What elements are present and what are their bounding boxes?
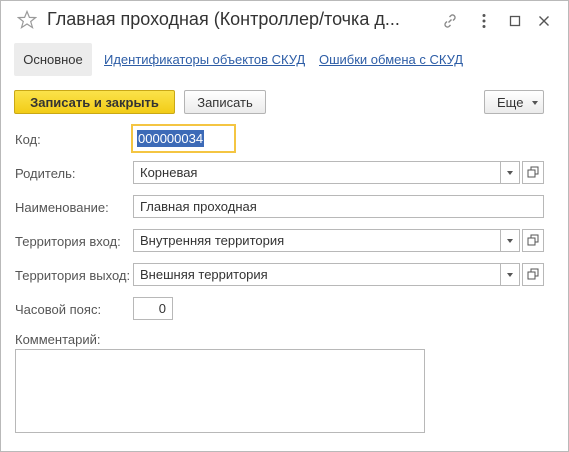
more-button[interactable]: Еще — [484, 90, 544, 114]
open-icon — [527, 166, 539, 178]
territory-in-dropdown-button[interactable] — [500, 229, 520, 252]
title-bar: Главная проходная (Контроллер/точка д... — [1, 1, 568, 39]
open-icon — [527, 234, 539, 246]
code-field[interactable]: 000000034 — [131, 124, 236, 153]
save-and-close-button[interactable]: Записать и закрыть — [14, 90, 175, 114]
parent-field[interactable]: Корневая — [133, 161, 501, 184]
comment-textarea[interactable] — [15, 349, 425, 433]
more-button-label: Еще — [497, 95, 524, 110]
maximize-icon[interactable] — [506, 12, 524, 30]
code-label: Код: — [15, 132, 41, 147]
parent-open-button[interactable] — [522, 161, 544, 184]
parent-dropdown-button[interactable] — [500, 161, 520, 184]
parent-label: Родитель: — [15, 166, 76, 181]
timezone-field[interactable]: 0 — [133, 297, 173, 320]
tab-skud-exchange-errors[interactable]: Ошибки обмена с СКУД — [319, 52, 463, 67]
territory-out-dropdown-button[interactable] — [500, 263, 520, 286]
tab-skud-identifiers[interactable]: Идентификаторы объектов СКУД — [104, 52, 305, 67]
territory-in-field[interactable]: Внутренняя территория — [133, 229, 501, 252]
tab-main[interactable]: Основное — [14, 43, 92, 76]
open-icon — [527, 268, 539, 280]
comment-label: Комментарий: — [15, 332, 101, 347]
name-label: Наименование: — [15, 200, 109, 215]
territory-out-field[interactable]: Внешняя территория — [133, 263, 501, 286]
star-icon[interactable] — [16, 9, 38, 30]
form-window: Главная проходная (Контроллер/точка д...… — [0, 0, 569, 452]
chevron-down-icon — [532, 101, 538, 105]
code-value: 000000034 — [137, 130, 205, 147]
link-icon[interactable] — [441, 12, 459, 30]
territory-out-open-button[interactable] — [522, 263, 544, 286]
territory-in-label: Территория вход: — [15, 234, 121, 249]
timezone-label: Часовой пояс: — [15, 302, 102, 317]
territory-in-open-button[interactable] — [522, 229, 544, 252]
territory-out-label: Территория выход: — [15, 268, 131, 283]
more-options-icon[interactable] — [475, 12, 493, 30]
save-button[interactable]: Записать — [184, 90, 266, 114]
close-icon[interactable] — [535, 12, 553, 30]
name-field[interactable]: Главная проходная — [133, 195, 544, 218]
window-title: Главная проходная (Контроллер/точка д... — [47, 9, 400, 29]
